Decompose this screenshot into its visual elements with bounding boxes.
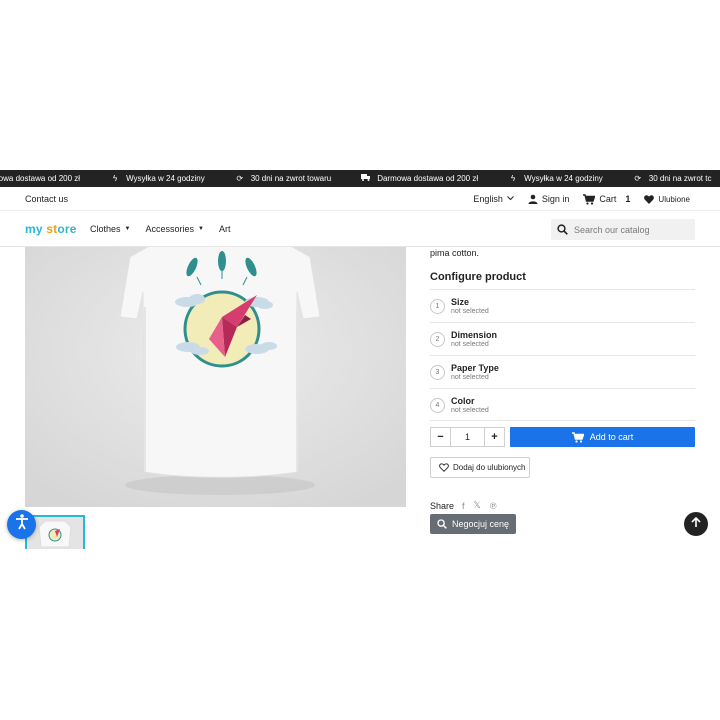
store-logo[interactable]: my store: [25, 222, 77, 236]
share-row: Share f 𝕏 ℗: [430, 500, 505, 511]
lightning-icon: ϟ: [112, 174, 118, 183]
option-name: Dimension: [451, 330, 498, 340]
truck-icon: [361, 174, 371, 183]
config-option-color[interactable]: 4 Color not selected: [430, 388, 695, 421]
contact-link[interactable]: Contact us: [25, 194, 68, 204]
x-icon[interactable]: 𝕏: [474, 500, 481, 511]
heart-icon: [644, 194, 655, 204]
cart-link[interactable]: Cart 1: [583, 193, 631, 205]
page-viewport: mowa dostawa od 200 zł ϟ Wysyłka w 24 go…: [0, 170, 720, 549]
increase-quantity-button[interactable]: +: [485, 428, 504, 446]
promo-item: mowa dostawa od 200 zł: [0, 174, 81, 183]
option-name: Size: [451, 297, 470, 307]
option-name: Color: [451, 396, 475, 406]
search-icon: [557, 224, 568, 235]
option-status: not selected: [451, 374, 489, 381]
accessibility-icon: [15, 514, 29, 535]
refresh-icon: ⟳: [236, 174, 244, 183]
caret-down-icon: ▼: [197, 226, 204, 232]
step-number: 3: [430, 365, 445, 380]
facebook-icon[interactable]: f: [462, 501, 465, 511]
top-nav: Contact us English Sign in Cart 1 Ulubio…: [0, 187, 720, 211]
promo-item: ϟ Wysyłka w 24 godziny: [110, 174, 205, 183]
config-option-size[interactable]: 1 Size not selected: [430, 289, 695, 322]
heart-outline-icon: [439, 463, 449, 472]
add-to-cart-button[interactable]: Add to cart: [510, 427, 695, 447]
promo-item: ⟳ 30 dni na zwrot tc: [634, 174, 712, 183]
negotiate-price-button[interactable]: Negocjuj cenę: [430, 514, 516, 534]
option-name: Paper Type: [451, 363, 499, 373]
menu-item-clothes[interactable]: Clothes ▼: [90, 224, 130, 234]
user-icon: [528, 194, 538, 204]
share-label: Share: [430, 500, 455, 511]
refresh-icon: ⟳: [634, 174, 642, 183]
add-to-wishlist-button[interactable]: Dodaj do ulubionych: [430, 457, 530, 478]
promo-item: ϟ Wysyłka w 24 godziny: [508, 174, 603, 183]
language-selector[interactable]: English: [473, 194, 514, 204]
option-status: not selected: [451, 341, 489, 348]
promo-bar: mowa dostawa od 200 zł ϟ Wysyłka w 24 go…: [0, 170, 720, 187]
option-status: not selected: [451, 407, 489, 414]
search-icon: [437, 519, 447, 529]
signin-link[interactable]: Sign in: [528, 194, 569, 204]
cart-icon: [583, 193, 596, 205]
promo-item: Darmowa dostawa od 200 zł: [361, 174, 478, 183]
chevron-down-icon: [507, 195, 514, 203]
lightning-icon: ϟ: [511, 174, 516, 183]
config-option-paper-type[interactable]: 3 Paper Type not selected: [430, 355, 695, 388]
tshirt-illustration: [25, 247, 406, 507]
favorites-link[interactable]: Ulubione: [644, 195, 690, 204]
main-menu: Clothes ▼ Accessories ▼ Art: [90, 224, 245, 234]
pinterest-icon[interactable]: ℗: [490, 501, 497, 511]
quantity-input[interactable]: 1: [450, 428, 485, 446]
cart-count-badge: 1: [625, 194, 631, 204]
quantity-row: − 1 + Add to cart: [430, 427, 695, 447]
caret-down-icon: ▼: [124, 226, 131, 232]
arrow-up-icon: [691, 515, 701, 533]
search-input[interactable]: Search our catalog: [551, 219, 695, 240]
menu-item-accessories[interactable]: Accessories ▼: [145, 224, 203, 234]
cart-icon: [571, 431, 584, 443]
accessibility-button[interactable]: [7, 510, 36, 539]
quantity-stepper: − 1 +: [430, 427, 505, 447]
product-description: pima cotton.: [430, 248, 480, 258]
step-number: 1: [430, 299, 445, 314]
product-image[interactable]: [25, 247, 406, 507]
config-option-dimension[interactable]: 2 Dimension not selected: [430, 322, 695, 355]
configure-title: Configure product: [430, 271, 526, 283]
decrease-quantity-button[interactable]: −: [431, 428, 450, 446]
menu-item-art[interactable]: Art: [219, 224, 231, 234]
scroll-to-top-button[interactable]: [684, 512, 708, 536]
step-number: 4: [430, 398, 445, 413]
main-header: my store Clothes ▼ Accessories ▼ Art Sea…: [0, 211, 720, 247]
step-number: 2: [430, 332, 445, 347]
option-status: not selected: [451, 308, 489, 315]
promo-item: ⟳ 30 dni na zwrot towaru: [236, 174, 332, 183]
